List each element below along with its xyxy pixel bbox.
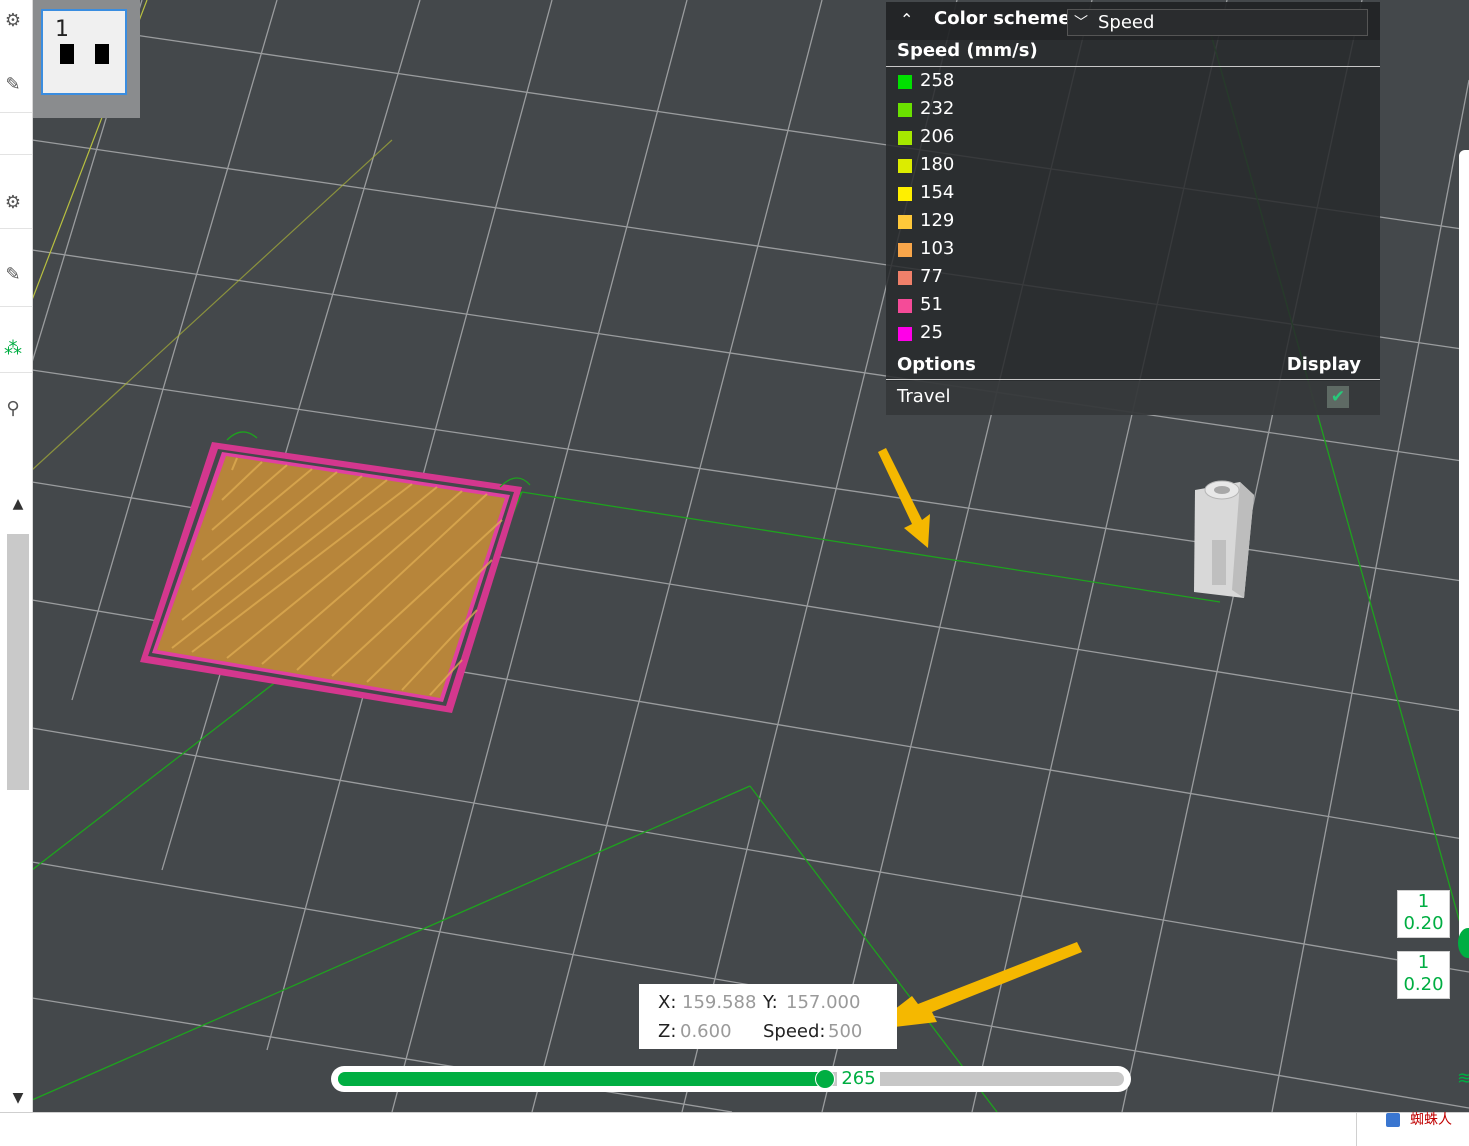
layer-top-number: 1 xyxy=(1417,891,1430,912)
layer-bottom-label: 1 0.20 xyxy=(1397,951,1450,999)
legend-label: 25 xyxy=(920,322,943,343)
legend-swatch xyxy=(898,299,912,313)
legend-divider xyxy=(886,379,1380,380)
layer-bottom-height: 0.20 xyxy=(1403,974,1444,995)
x-value: 159.588 xyxy=(682,992,757,1013)
layer-top-label: 1 0.20 xyxy=(1397,890,1450,938)
collapse-icon[interactable]: ⌃ xyxy=(900,10,913,29)
speed-value: 500 xyxy=(828,1021,863,1042)
legend-swatch xyxy=(898,131,912,145)
edit-icon[interactable]: ✎ xyxy=(0,72,26,98)
z-value: 0.600 xyxy=(680,1021,732,1042)
toolbar-divider xyxy=(0,372,32,373)
move-slider-value: 265 xyxy=(837,1067,880,1091)
layer-bottom-number: 1 xyxy=(1417,952,1430,973)
position-tooltip: X: 159.588 Y: 157.000 Z: 0.600 Speed: 50… xyxy=(639,984,897,1049)
legend-label: 129 xyxy=(920,210,955,231)
annotation-arrows xyxy=(868,448,1082,1030)
legend-label: 77 xyxy=(920,266,943,287)
tray-app-icon[interactable] xyxy=(1386,1113,1400,1127)
z-label: Z: xyxy=(658,1021,677,1042)
taskbar: 蜘蛛人 xyxy=(0,1112,1469,1146)
scroll-up-icon[interactable]: ▲ xyxy=(8,496,28,512)
legend-label: 154 xyxy=(920,182,955,203)
plate-part-marker xyxy=(95,44,109,64)
color-scheme-value: Speed xyxy=(1098,12,1155,33)
legend-swatch xyxy=(898,159,912,173)
legend-header[interactable]: ⌃ Color scheme ﹀ Speed xyxy=(886,2,1380,40)
toolbar-divider xyxy=(0,306,32,307)
left-toolbar: ⚙ ✎ ⚙ ✎ ⁂ ⚲ xyxy=(0,0,33,490)
move-slider-handle[interactable] xyxy=(815,1069,836,1089)
layer-slider-track[interactable] xyxy=(1459,150,1469,950)
legend-title: Color scheme xyxy=(934,8,1071,29)
move-slider[interactable]: 265 xyxy=(331,1066,1131,1092)
legend-swatch xyxy=(898,103,912,117)
plate-thumbnail[interactable]: 1 xyxy=(41,9,127,95)
option-label: Travel xyxy=(897,386,951,407)
taskbar-divider xyxy=(1356,1113,1357,1146)
legend-swatch xyxy=(898,187,912,201)
legend-label: 232 xyxy=(920,98,955,119)
color-scheme-select[interactable]: ﹀ Speed xyxy=(1067,9,1368,36)
legend-divider xyxy=(886,66,1380,67)
layers-icon[interactable]: ≋ xyxy=(1457,1068,1469,1090)
legend-label: 206 xyxy=(920,126,955,147)
toolbar-divider xyxy=(0,228,32,229)
legend-label: 51 xyxy=(920,294,943,315)
legend-label: 103 xyxy=(920,238,955,259)
toolbar-divider xyxy=(0,154,32,155)
options-title: Options xyxy=(897,354,976,375)
plate-part-marker xyxy=(60,44,74,64)
plate-number: 1 xyxy=(55,17,69,42)
chevron-down-icon: ﹀ xyxy=(1074,15,1088,31)
supports-icon[interactable]: ⁂ xyxy=(0,336,26,362)
legend-swatch xyxy=(898,75,912,89)
gear-icon[interactable]: ⚙ xyxy=(0,190,26,216)
legend-label: 180 xyxy=(920,154,955,175)
model-part xyxy=(1194,480,1254,598)
display-title: Display xyxy=(1286,354,1361,375)
left-scrollbar[interactable]: ▲ ▼ xyxy=(0,490,33,1112)
legend-panel: ⌃ Color scheme ﹀ Speed Speed (mm/s) 258 2… xyxy=(886,2,1380,415)
layer-top-height: 0.20 xyxy=(1403,913,1444,934)
speed-label: Speed: xyxy=(763,1021,826,1042)
legend-swatch xyxy=(898,327,912,341)
legend-section-title: Speed (mm/s) xyxy=(897,40,1038,61)
edit-icon[interactable]: ✎ xyxy=(0,262,26,288)
legend-swatch xyxy=(898,243,912,257)
move-slider-fill xyxy=(338,1072,826,1086)
toolbar-divider xyxy=(0,112,32,113)
y-value: 157.000 xyxy=(786,992,861,1013)
legend-swatch xyxy=(898,271,912,285)
legend-label: 258 xyxy=(920,70,955,91)
y-label: Y: xyxy=(763,992,778,1013)
scroll-thumb[interactable] xyxy=(7,534,29,790)
x-label: X: xyxy=(658,992,677,1013)
tray-text: 蜘蛛人 xyxy=(1410,1112,1452,1128)
gear-icon[interactable]: ⚙ xyxy=(0,8,26,34)
option-row-travel[interactable]: Travel ✔ xyxy=(886,381,1380,415)
legend-swatch xyxy=(898,215,912,229)
scroll-down-icon[interactable]: ▼ xyxy=(8,1090,28,1106)
check-icon[interactable]: ✔ xyxy=(1327,386,1349,408)
search-icon[interactable]: ⚲ xyxy=(0,396,26,422)
